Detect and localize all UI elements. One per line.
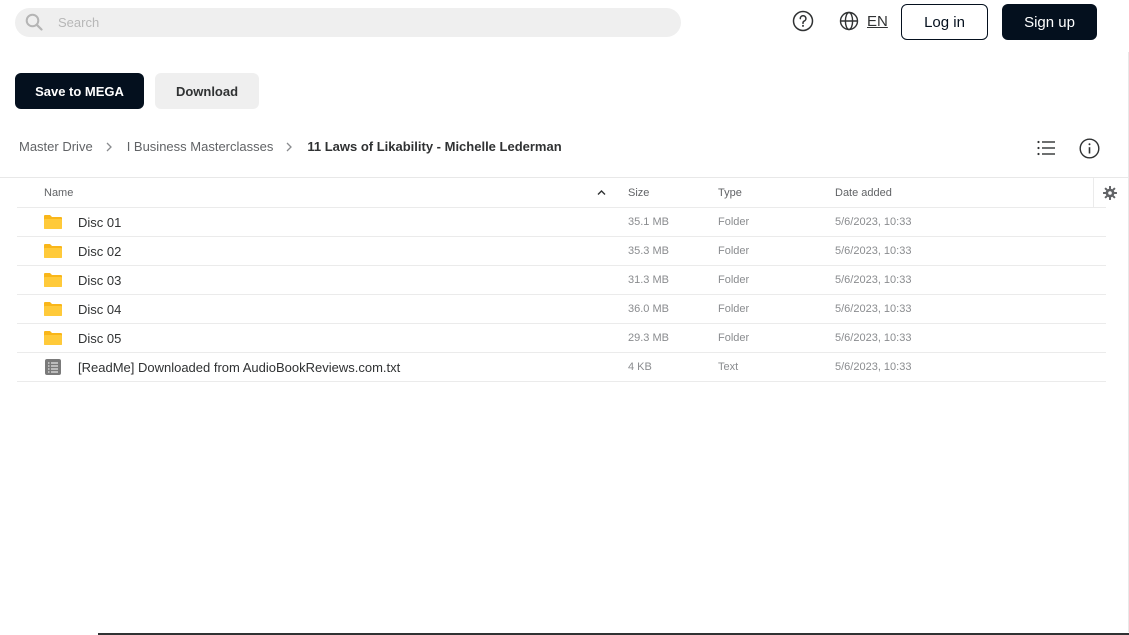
file-size: 29.3 MB (628, 332, 669, 344)
chevron-right-icon (106, 142, 112, 151)
login-button[interactable]: Log in (901, 4, 988, 40)
table-row[interactable]: Disc 04 36.0 MB Folder 5/6/2023, 10:33 (17, 295, 1106, 324)
breadcrumb: Master Drive I Business Masterclasses 11… (19, 139, 562, 154)
language-selector[interactable]: EN (867, 13, 888, 30)
folder-icon (44, 244, 62, 258)
file-size: 36.0 MB (628, 303, 669, 315)
file-type: Folder (718, 332, 750, 344)
breadcrumb-item-master-drive[interactable]: Master Drive (19, 139, 93, 154)
column-header-name[interactable]: Name (44, 187, 73, 199)
column-header-size[interactable]: Size (628, 187, 649, 199)
column-header-date[interactable]: Date added (835, 187, 892, 199)
file-name: Disc 05 (78, 331, 122, 346)
file-type: Folder (718, 216, 750, 228)
info-icon[interactable] (1079, 138, 1100, 159)
table-row[interactable]: Disc 01 35.1 MB Folder 5/6/2023, 10:33 (17, 208, 1106, 237)
search-input[interactable] (15, 8, 681, 37)
file-type: Text (718, 361, 739, 373)
column-header-type[interactable]: Type (718, 187, 742, 199)
folder-icon (44, 302, 62, 316)
help-icon[interactable] (792, 10, 814, 32)
table-row[interactable]: [ReadMe] Downloaded from AudioBookReview… (17, 353, 1106, 382)
file-date: 5/6/2023, 10:33 (835, 274, 912, 286)
table-header: Name Size Type Date added (17, 178, 1106, 208)
file-size: 4 KB (628, 361, 652, 373)
file-size: 35.1 MB (628, 216, 669, 228)
file-date: 5/6/2023, 10:33 (835, 216, 912, 228)
save-to-mega-button[interactable]: Save to MEGA (15, 73, 144, 109)
breadcrumb-item-business-masterclasses[interactable]: I Business Masterclasses (127, 139, 274, 154)
file-date: 5/6/2023, 10:33 (835, 332, 912, 344)
file-type: Folder (718, 274, 750, 286)
column-separator (1093, 178, 1094, 208)
file-type: Folder (718, 245, 750, 257)
file-size: 35.3 MB (628, 245, 669, 257)
text-file-icon (45, 359, 61, 375)
breadcrumb-current-folder: 11 Laws of Likability - Michelle Lederma… (307, 139, 562, 154)
folder-icon (44, 215, 62, 229)
folder-icon (44, 331, 62, 345)
file-name: Disc 02 (78, 244, 122, 259)
gear-icon[interactable] (1103, 186, 1117, 200)
table-row[interactable]: Disc 02 35.3 MB Folder 5/6/2023, 10:33 (17, 237, 1106, 266)
table-row[interactable]: Disc 03 31.3 MB Folder 5/6/2023, 10:33 (17, 266, 1106, 295)
file-type: Folder (718, 303, 750, 315)
file-date: 5/6/2023, 10:33 (835, 245, 912, 257)
file-date: 5/6/2023, 10:33 (835, 303, 912, 315)
file-date: 5/6/2023, 10:33 (835, 361, 912, 373)
file-name: [ReadMe] Downloaded from AudioBookReview… (78, 360, 401, 375)
file-name: Disc 03 (78, 273, 122, 288)
table-row[interactable]: Disc 05 29.3 MB Folder 5/6/2023, 10:33 (17, 324, 1106, 353)
search-bar (15, 8, 681, 37)
search-icon (25, 13, 43, 31)
file-name: Disc 04 (78, 302, 122, 317)
folder-icon (44, 273, 62, 287)
file-size: 31.3 MB (628, 274, 669, 286)
list-view-icon[interactable] (1036, 138, 1056, 158)
chevron-right-icon (286, 142, 293, 151)
globe-icon[interactable] (839, 11, 859, 31)
file-name: Disc 01 (78, 215, 122, 230)
sort-ascending-icon[interactable] (597, 189, 606, 196)
file-list: Disc 01 35.1 MB Folder 5/6/2023, 10:33 D… (17, 208, 1106, 382)
download-button[interactable]: Download (155, 73, 259, 109)
signup-button[interactable]: Sign up (1002, 4, 1097, 40)
